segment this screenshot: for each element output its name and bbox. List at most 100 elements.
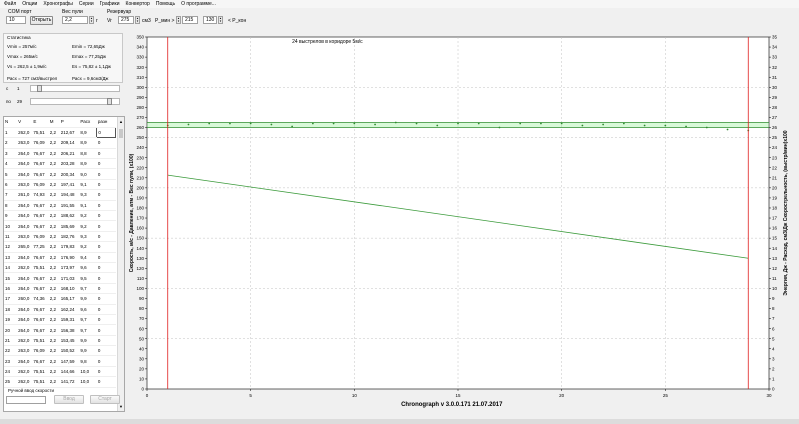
table-row[interactable]: 9 264,0 76,67 2,2 188,62 9,2 0: [4, 210, 116, 222]
table-scrollbar[interactable]: ▲ ▼: [117, 117, 124, 411]
table-cell: 10: [4, 220, 18, 232]
table-row[interactable]: 12 265,0 77,25 2,2 179,83 9,2 0: [4, 241, 116, 253]
menu-help[interactable]: Помощь: [156, 1, 175, 7]
table-row[interactable]: 18 264,0 76,67 2,2 162,24 9,6 0: [4, 304, 116, 315]
scroll-down-icon[interactable]: ▼: [119, 404, 123, 409]
menu-series[interactable]: Серии: [79, 1, 94, 7]
table-row[interactable]: 17 260,0 74,36 2,2 165,17 9,9 0: [4, 293, 116, 305]
table-row[interactable]: 7 261,0 74,93 2,2 194,48 9,3 0: [4, 189, 116, 201]
table-cell[interactable]: 0: [96, 137, 116, 149]
table-cell[interactable]: 0: [96, 148, 116, 160]
table-cell[interactable]: 0: [96, 335, 116, 347]
menu-charts[interactable]: Графики: [100, 1, 120, 7]
table-row[interactable]: 2 263,0 76,09 2,2 209,14 8,9 0: [4, 137, 116, 149]
vr-spinner[interactable]: ▴ ▾: [135, 16, 140, 24]
weight-field[interactable]: 2,2: [62, 16, 88, 24]
table-row[interactable]: 24 262,0 75,51 2,2 144,66 10,0 0: [4, 366, 116, 378]
y-tick-label-right: 29: [772, 95, 778, 100]
table-cell[interactable]: 0: [96, 179, 116, 191]
menu-about[interactable]: О программе...: [181, 1, 216, 7]
table-cell[interactable]: 0: [96, 345, 116, 357]
table-cell: 76,09: [32, 179, 49, 191]
pmin-field[interactable]: 215: [182, 16, 198, 24]
menu-chronographs[interactable]: Хронографы: [43, 1, 73, 7]
table-cell: 2,2: [48, 272, 60, 284]
table-cell[interactable]: 0: [96, 231, 116, 243]
table-cell[interactable]: 0: [96, 189, 116, 201]
table-cell[interactable]: 0: [96, 324, 116, 336]
pkon-field[interactable]: 130: [203, 16, 217, 24]
scroll-up-icon[interactable]: ▲: [119, 119, 123, 124]
pmin-spinner[interactable]: ▴ ▾: [176, 16, 181, 24]
table-cell: 141,72: [59, 376, 80, 388]
y-tick-label-right: 22: [772, 165, 778, 170]
table-row[interactable]: 1 262,0 75,51 2,2 212,67 8,9 0: [4, 126, 116, 139]
column-header[interactable]: разн: [96, 117, 116, 128]
table-row[interactable]: 23 264,0 76,67 2,2 147,59 9,8 0: [4, 355, 116, 367]
table-cell[interactable]: 0: [96, 241, 116, 253]
column-header[interactable]: Расх: [79, 117, 97, 128]
vr-field[interactable]: 275: [118, 16, 134, 24]
range-to-thumb[interactable]: [107, 98, 112, 105]
table-row[interactable]: 14 262,0 75,51 2,2 173,97 9,6 0: [4, 262, 116, 274]
table-row[interactable]: 22 263,0 76,09 2,2 150,52 9,9 0: [4, 345, 116, 357]
table-row[interactable]: 21 262,0 75,51 2,2 153,45 9,9 0: [4, 335, 116, 347]
column-header[interactable]: P: [59, 117, 80, 128]
table-row[interactable]: 8 264,0 76,67 2,2 191,55 9,1 0: [4, 200, 116, 212]
velocity-point: [602, 123, 605, 126]
table-row[interactable]: 15 264,0 76,67 2,2 171,03 9,5 0: [4, 272, 116, 284]
open-button[interactable]: Открыть: [30, 15, 53, 25]
table-cell[interactable]: 0: [96, 220, 116, 232]
column-header[interactable]: V: [17, 117, 33, 128]
table-cell[interactable]: 0: [96, 355, 116, 367]
y-tick-label-left: 40: [139, 346, 145, 351]
table-row[interactable]: 20 264,0 76,67 2,2 156,38 9,7 0: [4, 324, 116, 336]
column-header[interactable]: N: [4, 117, 18, 128]
table-cell[interactable]: 0: [96, 200, 116, 212]
velocity-point: [622, 122, 625, 125]
enter-button[interactable]: Ввод: [54, 395, 84, 404]
weight-spinner[interactable]: ▴ ▾: [89, 16, 94, 24]
table-row[interactable]: 5 264,0 76,67 2,2 200,34 9,0 0: [4, 168, 116, 180]
table-row[interactable]: 6 263,0 76,09 2,2 197,41 9,1 0: [4, 179, 116, 191]
table-row[interactable]: 13 264,0 76,67 2,2 176,90 9,4 0: [4, 252, 116, 263]
table-cell[interactable]: 0: [96, 210, 116, 222]
table-cell[interactable]: 0: [96, 158, 116, 170]
pkon-spinner[interactable]: ▴ ▾: [218, 16, 223, 24]
table-cell: 9,1: [79, 179, 97, 191]
menu-file[interactable]: Файл: [4, 1, 16, 7]
table-cell[interactable]: 0: [96, 314, 116, 326]
table-row[interactable]: 16 264,0 76,67 2,2 168,10 9,7 0: [4, 283, 116, 295]
table-row[interactable]: 3 264,0 76,67 2,2 206,21 8,8 0: [4, 148, 116, 160]
table-cell[interactable]: 0: [96, 252, 116, 263]
column-header[interactable]: M: [48, 117, 60, 128]
table-row[interactable]: 25 262,0 75,51 2,2 141,72 10,0 0: [4, 376, 116, 388]
table-row[interactable]: 19 264,0 76,67 2,2 159,31 9,7 0: [4, 314, 116, 326]
range-to-slider[interactable]: [30, 98, 120, 105]
table-cell[interactable]: 0: [96, 366, 116, 378]
range-from-thumb[interactable]: [37, 85, 42, 92]
menu-options[interactable]: Опции: [22, 1, 37, 7]
y-tick-label-left: 210: [136, 175, 144, 180]
table-cell[interactable]: 0: [96, 293, 116, 305]
table-row[interactable]: 4 264,0 76,67 2,2 203,28 8,9 0: [4, 158, 116, 170]
velocity-point: [291, 125, 294, 128]
range-from-slider[interactable]: [30, 85, 120, 92]
table-cell[interactable]: 0: [96, 168, 116, 180]
column-header[interactable]: E: [32, 117, 49, 128]
table-row[interactable]: 10 264,0 76,67 2,2 185,69 9,2 0: [4, 220, 116, 232]
manual-speed-field[interactable]: [6, 396, 46, 404]
start-button[interactable]: Старт: [90, 395, 120, 404]
table-cell: 8,9: [79, 127, 97, 139]
table-cell[interactable]: 0: [96, 304, 116, 315]
table-cell[interactable]: 0: [96, 283, 116, 295]
com-port-field[interactable]: 10: [6, 16, 26, 24]
scroll-thumb[interactable]: [119, 129, 123, 138]
menu-converter[interactable]: Конвертор: [126, 1, 150, 7]
table-cell[interactable]: 0: [96, 126, 116, 139]
table-cell[interactable]: 0: [96, 262, 116, 274]
table-cell: 2,2: [48, 335, 60, 347]
table-cell[interactable]: 0: [96, 272, 116, 284]
table-cell[interactable]: 0: [96, 376, 116, 388]
table-row[interactable]: 11 263,0 76,09 2,2 182,76 9,3 0: [4, 231, 116, 243]
